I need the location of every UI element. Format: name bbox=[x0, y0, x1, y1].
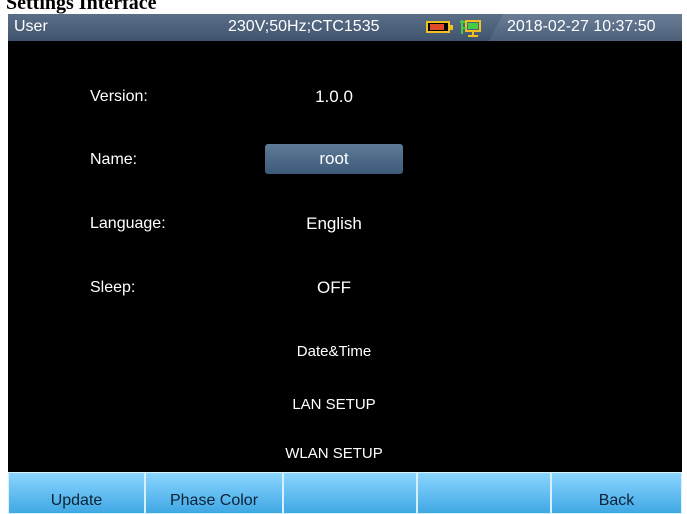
status-bar: User 230V;50Hz;CTC1535 2018-02-27 10:37:… bbox=[8, 14, 682, 41]
datetime-setup-link[interactable]: Date&Time bbox=[234, 343, 434, 360]
network-icon bbox=[460, 20, 481, 37]
phase-color-button[interactable]: Phase Color bbox=[145, 472, 283, 514]
version-label: Version: bbox=[90, 88, 148, 105]
softkey-4[interactable] bbox=[417, 472, 551, 514]
datetime-readout: 2018-02-27 10:37:50 bbox=[507, 18, 656, 35]
language-label: Language: bbox=[90, 215, 166, 232]
wlan-setup-link[interactable]: WLAN SETUP bbox=[234, 445, 434, 462]
battery-level bbox=[430, 24, 444, 30]
power-info: 230V;50Hz;CTC1535 bbox=[228, 18, 380, 35]
softkey-bar: Update Phase Color Back bbox=[8, 472, 682, 514]
name-label: Name: bbox=[90, 151, 138, 168]
version-value: 1.0.0 bbox=[315, 87, 353, 106]
sleep-value[interactable]: OFF bbox=[234, 278, 434, 298]
back-button[interactable]: Back bbox=[551, 472, 682, 514]
user-label: User bbox=[14, 18, 48, 35]
update-button[interactable]: Update bbox=[8, 472, 145, 514]
language-value[interactable]: English bbox=[234, 214, 434, 234]
name-field[interactable]: root bbox=[265, 144, 403, 174]
settings-content: Version: 1.0.0 Name: root Language: Engl… bbox=[8, 41, 682, 462]
device-screen: User 230V;50Hz;CTC1535 2018-02-27 10:37:… bbox=[8, 14, 682, 514]
document-caption: Settings Interface bbox=[6, 0, 157, 14]
softkey-3[interactable] bbox=[283, 472, 417, 514]
lan-setup-link[interactable]: LAN SETUP bbox=[234, 396, 434, 413]
sleep-label: Sleep: bbox=[90, 279, 136, 296]
battery-icon bbox=[426, 21, 453, 33]
